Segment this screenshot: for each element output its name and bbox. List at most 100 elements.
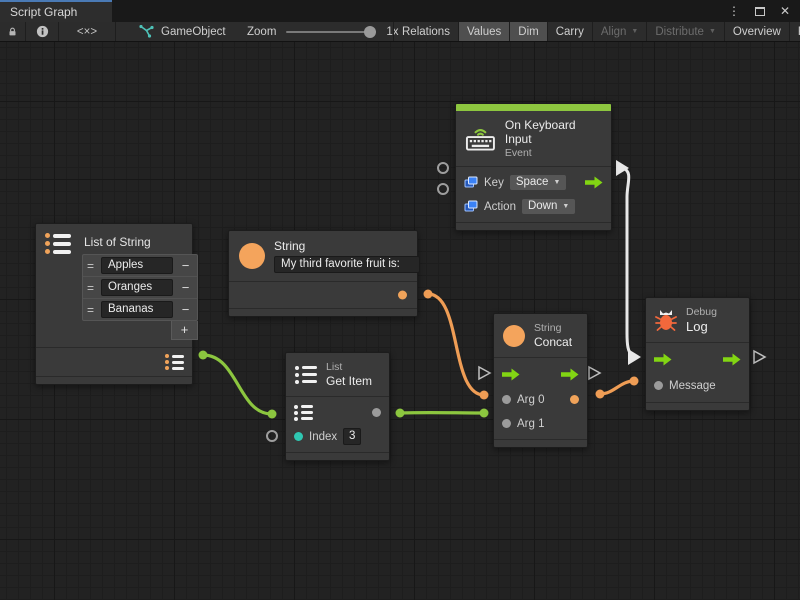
remove-item-button[interactable]: − bbox=[178, 280, 193, 295]
add-item-button[interactable]: + bbox=[171, 321, 198, 340]
carry-button[interactable]: Carry bbox=[548, 22, 593, 41]
node-debug-log[interactable]: Debug Log Message bbox=[645, 297, 750, 411]
index-label: Index bbox=[309, 431, 337, 443]
wire-concat-to-log[interactable] bbox=[600, 381, 634, 394]
arg1-label: Arg 1 bbox=[517, 418, 545, 430]
keyboard-icon bbox=[465, 125, 496, 152]
zoom-label: Zoom bbox=[247, 26, 276, 38]
info-button[interactable] bbox=[26, 22, 59, 41]
flow-wire-end-arrow[interactable] bbox=[628, 349, 641, 365]
list-item-field[interactable] bbox=[101, 257, 173, 274]
list-item-field[interactable] bbox=[101, 301, 173, 318]
result-output-port[interactable] bbox=[570, 395, 579, 404]
port-dot-log-message[interactable] bbox=[630, 377, 639, 386]
drag-handle-icon[interactable]: = bbox=[87, 303, 96, 317]
unity-script-graph-window: Script Graph ⋮ ✕ <×> bbox=[0, 0, 800, 600]
flow-out-arrow-icon[interactable] bbox=[561, 368, 579, 381]
node-category: List bbox=[326, 361, 372, 373]
list-output-port-icon[interactable] bbox=[165, 354, 184, 370]
dim-button[interactable]: Dim bbox=[510, 22, 547, 41]
port-dot-string-output[interactable] bbox=[424, 290, 433, 299]
port-dot-concat-result[interactable] bbox=[596, 390, 605, 399]
chevron-down-icon: ▼ bbox=[709, 28, 716, 35]
port-circle-getitem-index[interactable] bbox=[267, 431, 277, 441]
flow-out-arrow-icon[interactable] bbox=[585, 176, 603, 189]
remove-item-button[interactable]: − bbox=[178, 258, 193, 273]
node-footer bbox=[646, 402, 749, 410]
index-input-port[interactable] bbox=[294, 432, 303, 441]
index-field[interactable] bbox=[343, 428, 361, 445]
port-triangle-log-flow-out[interactable] bbox=[754, 351, 765, 363]
align-button[interactable]: Align▼ bbox=[593, 22, 648, 41]
port-triangle-concat-flow-in[interactable] bbox=[479, 367, 490, 379]
list-item-row: = − bbox=[83, 255, 197, 277]
info-icon bbox=[36, 25, 49, 38]
arg0-input-port[interactable] bbox=[502, 395, 511, 404]
wire-keyboard-to-log[interactable] bbox=[623, 168, 632, 356]
remove-item-button[interactable]: − bbox=[178, 302, 193, 317]
maximize-icon[interactable] bbox=[755, 7, 765, 16]
graph-toolbar: <×> GameObject Zoom 1x Relations Values … bbox=[0, 22, 800, 42]
action-label: Action bbox=[484, 201, 516, 213]
message-input-port[interactable] bbox=[654, 381, 663, 390]
fullscreen-button[interactable]: Full Screen bbox=[790, 22, 800, 41]
code-view-button[interactable]: <×> bbox=[59, 22, 116, 41]
gameobject-label: GameObject bbox=[161, 26, 226, 38]
menu-icon[interactable]: ⋮ bbox=[728, 5, 740, 17]
graph-canvas[interactable]: On Keyboard Input Event Key Space▼ bbox=[0, 42, 800, 600]
port-dot-getitem-input[interactable] bbox=[268, 410, 277, 419]
overview-button[interactable]: Overview bbox=[725, 22, 790, 41]
node-concat[interactable]: String Concat Arg 0 bbox=[493, 313, 588, 448]
list-input-port-icon[interactable] bbox=[294, 405, 313, 421]
wire-string-to-concat[interactable] bbox=[428, 294, 484, 395]
action-dropdown[interactable]: Down▼ bbox=[522, 199, 575, 214]
string-icon bbox=[503, 325, 525, 347]
port-triangle-concat-flow-out[interactable] bbox=[589, 367, 600, 379]
port-dot-getitem-output[interactable] bbox=[396, 409, 405, 418]
node-title: Log bbox=[686, 319, 717, 334]
list-item-field[interactable] bbox=[101, 279, 173, 296]
distribute-button[interactable]: Distribute▼ bbox=[647, 22, 725, 41]
node-string-literal[interactable]: String bbox=[228, 230, 418, 317]
node-on-keyboard-input[interactable]: On Keyboard Input Event Key Space▼ bbox=[455, 103, 612, 231]
node-footer bbox=[494, 439, 587, 447]
title-bar: Script Graph ⋮ ✕ bbox=[0, 0, 800, 22]
node-list-of-string[interactable]: List of String = − = − = bbox=[35, 223, 193, 385]
wire-list-to-getitem[interactable] bbox=[203, 355, 272, 414]
flow-out-arrow-icon[interactable] bbox=[723, 353, 741, 366]
item-output-port[interactable] bbox=[372, 408, 381, 417]
flow-in-arrow-icon[interactable] bbox=[654, 353, 672, 366]
drag-handle-icon[interactable]: = bbox=[87, 259, 96, 273]
port-dot-list-output[interactable] bbox=[199, 351, 208, 360]
lock-button[interactable] bbox=[0, 22, 26, 41]
tab-script-graph[interactable]: Script Graph bbox=[0, 0, 112, 22]
relations-button[interactable]: Relations bbox=[393, 22, 459, 41]
bug-icon bbox=[655, 309, 677, 332]
zoom-slider-handle[interactable] bbox=[364, 26, 376, 38]
node-get-item[interactable]: List Get Item Index bbox=[285, 352, 390, 461]
node-footer bbox=[286, 452, 389, 460]
port-dot-concat-arg1[interactable] bbox=[480, 409, 489, 418]
node-category: Debug bbox=[686, 306, 717, 318]
string-value-field[interactable] bbox=[274, 256, 420, 273]
enum-icon bbox=[464, 200, 478, 213]
close-icon[interactable]: ✕ bbox=[780, 5, 790, 17]
string-icon bbox=[239, 243, 265, 269]
event-accent-bar bbox=[456, 104, 611, 111]
node-footer bbox=[456, 222, 611, 230]
output-port-section bbox=[229, 281, 417, 308]
port-circle-keyboard-key[interactable] bbox=[438, 163, 448, 173]
port-circle-keyboard-action[interactable] bbox=[438, 184, 448, 194]
flow-in-arrow-icon[interactable] bbox=[502, 368, 520, 381]
list-item-row: = − bbox=[83, 277, 197, 299]
values-button[interactable]: Values bbox=[459, 22, 510, 41]
zoom-slider[interactable] bbox=[286, 31, 376, 33]
arg1-input-port[interactable] bbox=[502, 419, 511, 428]
port-dot-concat-arg0[interactable] bbox=[480, 391, 489, 400]
string-output-port[interactable] bbox=[398, 291, 407, 300]
drag-handle-icon[interactable]: = bbox=[87, 281, 96, 295]
chevron-down-icon: ▼ bbox=[631, 28, 638, 35]
lock-icon bbox=[8, 25, 17, 38]
key-dropdown[interactable]: Space▼ bbox=[510, 175, 567, 190]
list-icon bbox=[295, 366, 317, 384]
